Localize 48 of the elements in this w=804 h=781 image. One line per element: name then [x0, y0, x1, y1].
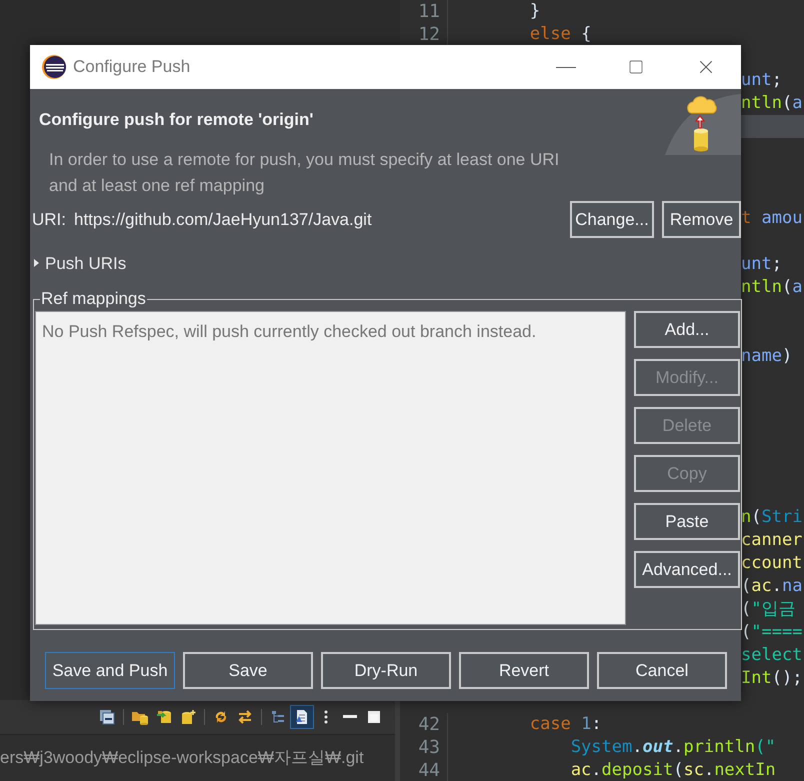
code-line: ccount — [741, 552, 802, 575]
line-number: 42 — [417, 713, 440, 736]
code-line: canner — [741, 529, 802, 552]
code-line: n(Stri — [741, 506, 802, 529]
code-line: Int(); — [741, 667, 802, 690]
ref-action-button[interactable]: Advanced... — [634, 551, 740, 588]
minimize-icon — [556, 66, 576, 68]
code-line: ntln(a — [741, 92, 802, 115]
uri-action-button[interactable]: Change... — [570, 201, 654, 238]
document-icon[interactable] — [291, 706, 313, 728]
dialog-button[interactable]: Cancel — [597, 652, 727, 689]
ref-mappings-list[interactable]: No Push Refspec, will push currently checked out branch instead. — [35, 311, 626, 625]
code-line: ("입금 — [741, 598, 796, 621]
uri-label: URI: — [32, 208, 66, 231]
dialog-button[interactable]: Revert — [459, 652, 589, 689]
code-line: ("==== — [741, 621, 802, 644]
code-line: (ac.na — [741, 575, 802, 598]
maximize-icon — [628, 59, 644, 75]
repository-path: ers₩j3woody₩eclipse-workspace₩자프실₩.git — [0, 747, 364, 770]
code-line: ac.deposit(sc.nextIn — [570, 760, 776, 780]
code-line: } — [528, 0, 540, 20]
code-line: ntln(a — [741, 276, 802, 299]
line-number: 12 — [417, 23, 440, 46]
dialog-button[interactable]: Save and Push — [45, 652, 175, 689]
uri-action-button[interactable]: Remove — [662, 201, 741, 238]
window-title: Configure Push — [73, 56, 190, 78]
empty-list-message: No Push Refspec, will push currently checked out branch instead. — [42, 322, 536, 341]
code-line: select — [741, 644, 802, 667]
dialog-button[interactable]: Save — [183, 652, 313, 689]
dialog-heading: Configure push for remote 'origin' — [39, 109, 314, 131]
code-line: else { — [528, 24, 592, 44]
code-line: case 1: — [528, 714, 602, 734]
line-number: 44 — [417, 759, 440, 781]
line-number: 11 — [417, 0, 440, 23]
group-title: Ref mappings — [40, 290, 147, 308]
code-line: t amou — [741, 207, 802, 230]
ref-action-button[interactable]: Paste — [634, 503, 740, 540]
code-line: name) — [741, 345, 792, 368]
ref-action-button[interactable]: Add... — [634, 311, 740, 348]
code-line: unt; — [741, 253, 782, 276]
code-line: System.out.println(" — [570, 736, 776, 756]
uri-value: https://github.com/JaeHyun137/Java.git — [74, 208, 372, 231]
app-logo — [41, 54, 67, 80]
dialog-button[interactable]: Dry-Run — [321, 652, 451, 689]
dialog-description: In order to use a remote for push, you must specify at least one URI and at least one ref mapping — [49, 148, 560, 196]
code-line: unt; — [741, 69, 782, 92]
line-number: 43 — [417, 736, 440, 759]
push-uris-toggle[interactable]: Push URIs — [34, 250, 126, 276]
